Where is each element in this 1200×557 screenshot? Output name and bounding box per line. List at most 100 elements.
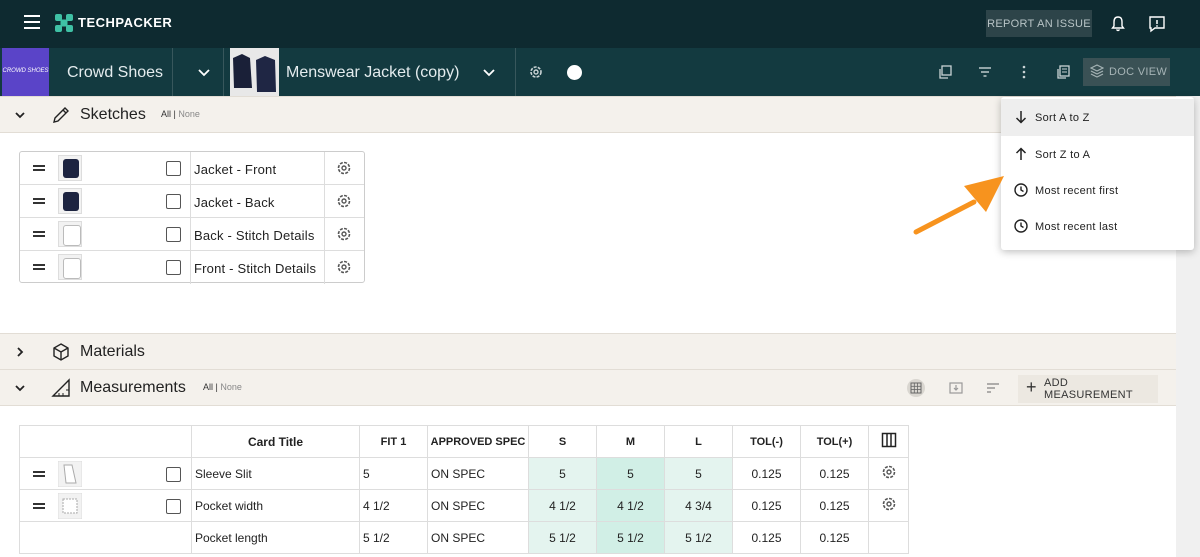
cell-card-title[interactable]: Pocket length [191,521,360,554]
product-thumbnail[interactable] [230,48,279,96]
doc-view-button[interactable]: DOC VIEW [1083,58,1170,86]
cell-tol-plus[interactable]: 0.125 [800,489,869,522]
cell-size-l[interactable]: 5 1/2 [664,521,733,554]
column-header-tol-plus[interactable]: TOL(+) [800,425,869,458]
cell-size-m[interactable]: 4 1/2 [596,489,665,522]
menu-item-sort-z-a[interactable]: Sort Z to A [1001,136,1194,173]
menu-item-most-recent-first[interactable]: Most recent first [1001,172,1194,209]
cell-tol-minus[interactable]: 0.125 [732,457,801,490]
gear-icon[interactable] [881,496,897,512]
drag-handle-icon[interactable] [33,231,45,237]
column-header-card-title[interactable]: Card Title [191,425,360,458]
materials-section-header[interactable]: Materials [0,333,1176,370]
select-none-link[interactable]: None [220,382,242,392]
drag-handle-icon[interactable] [33,471,45,477]
row-checkbox[interactable] [166,227,181,242]
row-checkbox[interactable] [166,467,181,482]
row-checkbox[interactable] [166,499,181,514]
row-checkbox[interactable] [166,194,181,209]
filter-icon[interactable] [977,64,993,80]
cell-size-l[interactable]: 4 3/4 [664,489,733,522]
column-header-size-s[interactable]: S [528,425,597,458]
table-row[interactable]: Sleeve Slit 5 ON SPEC 5 5 5 0.125 0.125 [19,457,909,490]
add-measurement-button[interactable]: ADD MEASUREMENT [1018,375,1158,403]
columns-toggle[interactable] [868,425,909,458]
columns-icon[interactable] [881,432,897,448]
cell-fit1[interactable]: 5 1/2 [359,521,428,554]
row-settings[interactable] [868,489,909,522]
sketch-thumbnail[interactable] [58,188,82,214]
drag-handle-icon[interactable] [33,264,45,270]
row-checkbox[interactable] [166,260,181,275]
grid-view-icon[interactable] [907,379,925,397]
sketch-title[interactable]: Jacket - Back [194,195,275,210]
cell-approved-spec[interactable]: ON SPEC [427,521,529,554]
cell-card-title[interactable]: Pocket width [191,489,360,522]
chevron-down-icon[interactable] [14,382,26,394]
cell-approved-spec[interactable]: ON SPEC [427,489,529,522]
bell-icon[interactable] [1108,14,1128,34]
chevron-down-icon[interactable] [197,66,211,80]
more-options-icon[interactable] [1016,64,1032,80]
menu-item-sort-a-z[interactable]: Sort A to Z [1001,99,1194,136]
cell-size-l[interactable]: 5 [664,457,733,490]
cell-approved-spec[interactable]: ON SPEC [427,457,529,490]
cell-tol-minus[interactable]: 0.125 [732,521,801,554]
sketch-title[interactable]: Jacket - Front [194,162,276,177]
select-all-link[interactable]: All [203,382,213,392]
brand-tile[interactable]: CROWD SHOES [2,48,49,96]
cell-size-m[interactable]: 5 [596,457,665,490]
list-item[interactable]: Back - Stitch Details [20,218,364,251]
copy-icon[interactable] [937,64,953,80]
chevron-right-icon[interactable] [14,346,26,358]
list-item[interactable]: Front - Stitch Details [20,251,364,284]
sort-icon[interactable] [985,380,1001,396]
pages-icon[interactable] [1055,64,1071,80]
cell-tol-minus[interactable]: 0.125 [732,489,801,522]
gear-icon[interactable] [528,64,544,80]
list-item[interactable]: Jacket - Front [20,152,364,185]
gear-icon[interactable] [336,226,352,242]
company-name[interactable]: Crowd Shoes [67,64,163,82]
row-checkbox[interactable] [166,161,181,176]
product-name[interactable]: Menswear Jacket (copy) [286,64,459,82]
gear-icon[interactable] [881,464,897,480]
measurement-thumbnail[interactable] [58,461,82,487]
row-settings[interactable] [868,457,909,490]
cell-size-s[interactable]: 5 1/2 [528,521,597,554]
table-row[interactable]: Pocket length 5 1/2 ON SPEC 5 1/2 5 1/2 … [19,521,909,554]
import-icon[interactable] [948,380,964,396]
report-issue-button[interactable]: REPORT AN ISSUE [986,10,1092,37]
gear-icon[interactable] [336,160,352,176]
sketch-title[interactable]: Front - Stitch Details [194,261,316,276]
drag-handle-icon[interactable] [33,198,45,204]
drag-handle-icon[interactable] [33,165,45,171]
cell-size-s[interactable]: 5 [528,457,597,490]
cell-fit1[interactable]: 5 [359,457,428,490]
list-item[interactable]: Jacket - Back [20,185,364,218]
column-header-size-l[interactable]: L [664,425,733,458]
measurement-thumbnail[interactable] [58,493,82,519]
measurements-section-header[interactable]: Measurements All | None ADD MEASUREMENT [0,369,1176,406]
chevron-down-icon[interactable] [482,66,496,80]
table-row[interactable]: Pocket width 4 1/2 ON SPEC 4 1/2 4 1/2 4… [19,489,909,522]
cell-tol-plus[interactable]: 0.125 [800,521,869,554]
drag-handle-icon[interactable] [33,503,45,509]
column-header-size-m[interactable]: M [596,425,665,458]
column-header-tol-minus[interactable]: TOL(-) [732,425,801,458]
select-all-link[interactable]: All [161,109,171,119]
sketch-title[interactable]: Back - Stitch Details [194,228,315,243]
sketch-thumbnail[interactable] [58,221,82,247]
cell-size-m[interactable]: 5 1/2 [596,521,665,554]
feedback-icon[interactable] [1147,14,1167,34]
cell-card-title[interactable]: Sleeve Slit [191,457,360,490]
sketches-section-header[interactable]: Sketches All | None [0,96,1176,133]
menu-item-most-recent-last[interactable]: Most recent last [1001,208,1194,245]
cell-tol-plus[interactable]: 0.125 [800,457,869,490]
chevron-down-icon[interactable] [14,109,26,121]
column-header-fit1[interactable]: FIT 1 [359,425,428,458]
column-header-approved-spec[interactable]: APPROVED SPEC [427,425,529,458]
sketch-thumbnail[interactable] [58,155,82,181]
status-dot[interactable] [567,65,582,80]
hamburger-menu-icon[interactable] [24,15,40,29]
